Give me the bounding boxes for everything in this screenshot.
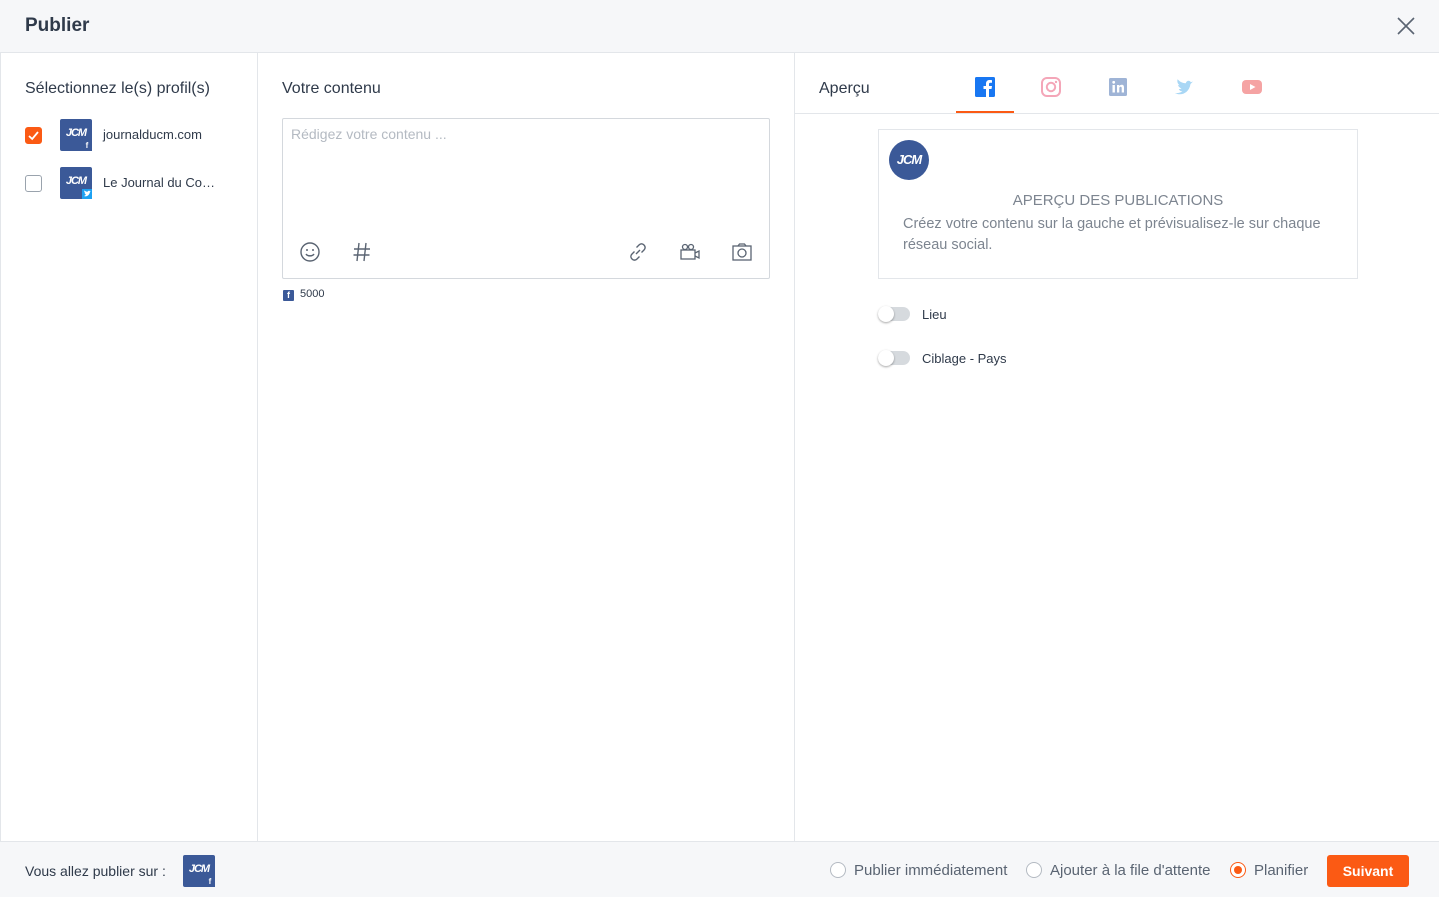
country-targeting-toggle-switch[interactable] [878,350,910,366]
avatar: JCM f [60,119,92,151]
tab-instagram[interactable] [1022,71,1080,113]
modal-title: Publier [25,15,90,36]
preview-title: Aperçu [819,80,870,97]
content-panel: Votre contenu f 5000 [258,53,795,842]
linkedin-icon [1109,78,1127,96]
emoji-icon[interactable] [298,240,322,264]
avatar: JCM f [183,855,215,887]
avatar: JCM [60,167,92,199]
video-camera-icon[interactable] [678,240,702,264]
content-editor [282,118,770,279]
profile-item[interactable]: JCM Le Journal du Co… [25,166,255,200]
photo-camera-icon[interactable] [730,240,754,264]
modal-footer: Vous allez publier sur : JCM f Publier i… [0,841,1439,897]
toggle-label: Ciblage - Pays [922,351,1007,366]
facebook-icon: f [283,290,294,301]
twitter-icon [1175,79,1193,95]
content-input[interactable] [283,119,769,219]
option-label: Ajouter à la file d'attente [1050,862,1211,879]
facebook-icon: f [205,877,215,887]
profile-name: journalducm.com [103,127,202,142]
avatar-logo: JCM [65,175,87,187]
tab-facebook[interactable] [956,71,1014,113]
radio-button[interactable] [830,862,846,878]
preview-card: JCM APERÇU DES PUBLICATIONS Créez votre … [878,129,1358,279]
preview-card-title: APERÇU DES PUBLICATIONS [1012,192,1224,209]
avatar-logo: JCM [896,152,922,167]
avatar-logo: JCM [65,127,87,139]
avatar: JCM [889,140,929,180]
radio-button[interactable] [1230,862,1246,878]
tab-linkedin[interactable] [1089,71,1147,113]
option-label: Publier immédiatement [854,862,1008,879]
character-counter: f 5000 [283,288,324,301]
profiles-panel: Sélectionnez le(s) profil(s) JCM f journ… [0,53,258,842]
character-count: 5000 [300,288,325,300]
location-toggle-switch[interactable] [878,306,910,322]
avatar-logo: JCM [188,863,210,875]
profile-name: Le Journal du Co… [103,175,216,190]
profile-item[interactable]: JCM f journalducm.com [25,118,255,152]
content-title: Votre contenu [282,80,381,97]
preview-panel: Aperçu JCM APERÇU DES PUBLICATIONS Créez… [795,53,1439,842]
next-button[interactable]: Suivant [1327,855,1409,887]
hashtag-icon[interactable] [350,240,374,264]
instagram-icon [1041,77,1061,97]
facebook-icon [975,77,995,97]
tab-twitter[interactable] [1155,71,1213,113]
link-icon[interactable] [626,240,650,264]
twitter-icon [82,189,92,199]
profiles-title: Sélectionnez le(s) profil(s) [25,80,210,97]
profile-checkbox[interactable] [25,127,42,144]
modal-header: Publier [0,0,1439,53]
network-tabs: Aperçu [795,53,1439,114]
radio-button[interactable] [1026,862,1042,878]
publish-on-label: Vous allez publier sur : [25,863,166,879]
tab-youtube[interactable] [1223,71,1281,113]
option-label: Planifier [1254,862,1309,879]
profile-checkbox[interactable] [25,175,42,192]
toggle-label: Lieu [922,307,947,322]
close-icon[interactable] [1394,14,1418,38]
preview-card-text: Créez votre contenu sur la gauche et pré… [903,216,1321,253]
facebook-icon: f [82,141,92,151]
youtube-icon [1242,80,1262,94]
